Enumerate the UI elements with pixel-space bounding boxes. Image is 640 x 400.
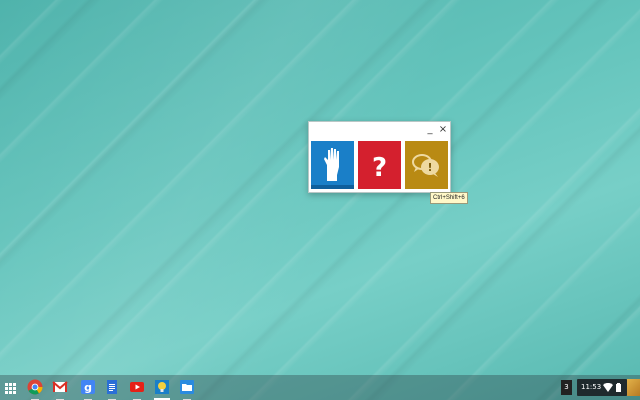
chrome-icon bbox=[27, 379, 43, 395]
raise-hand-tile[interactable] bbox=[311, 141, 354, 189]
shelf-app-files[interactable] bbox=[179, 379, 195, 400]
docs-icon bbox=[107, 380, 117, 394]
gmail-icon bbox=[52, 381, 68, 392]
notification-badge[interactable]: 3 bbox=[561, 380, 572, 395]
battery-icon bbox=[616, 383, 621, 392]
hand-raise-icon bbox=[311, 141, 354, 189]
clock: 11:53 bbox=[581, 383, 602, 391]
wifi-icon bbox=[603, 383, 613, 392]
shelf-app-google-search[interactable]: g bbox=[80, 379, 96, 400]
google-search-icon: g bbox=[81, 380, 95, 394]
user-avatar[interactable] bbox=[627, 379, 640, 396]
minimize-button[interactable]: _ bbox=[424, 124, 436, 136]
question-mark-icon: ? bbox=[358, 141, 401, 189]
shelf-app-docs[interactable] bbox=[104, 379, 120, 400]
shelf-app-youtube[interactable] bbox=[129, 379, 145, 400]
bulb-app-icon bbox=[155, 380, 169, 394]
shelf-app-bulb[interactable] bbox=[154, 379, 170, 400]
close-button[interactable]: × bbox=[437, 124, 449, 136]
app-window: _ × ? ! bbox=[308, 121, 451, 193]
app-launcher-button[interactable] bbox=[3, 381, 17, 395]
shelf-app-chrome[interactable] bbox=[27, 379, 43, 400]
question-glyph: ? bbox=[372, 153, 387, 183]
google-glyph: g bbox=[84, 381, 92, 394]
files-icon bbox=[180, 380, 194, 394]
feedback-tile[interactable]: ! bbox=[405, 141, 448, 189]
exclamation-glyph: ! bbox=[427, 161, 432, 174]
youtube-icon bbox=[130, 382, 144, 392]
help-tile[interactable]: ? bbox=[358, 141, 401, 189]
shortcut-tooltip: Ctrl+Shift+6 bbox=[430, 192, 468, 204]
status-tray[interactable]: 11:53 bbox=[577, 379, 627, 396]
feedback-chat-icon: ! bbox=[405, 141, 448, 189]
shelf: g bbox=[0, 375, 640, 400]
shelf-app-gmail[interactable] bbox=[52, 379, 68, 400]
window-titlebar[interactable]: _ × bbox=[309, 122, 450, 138]
desktop-wallpaper bbox=[0, 0, 640, 400]
